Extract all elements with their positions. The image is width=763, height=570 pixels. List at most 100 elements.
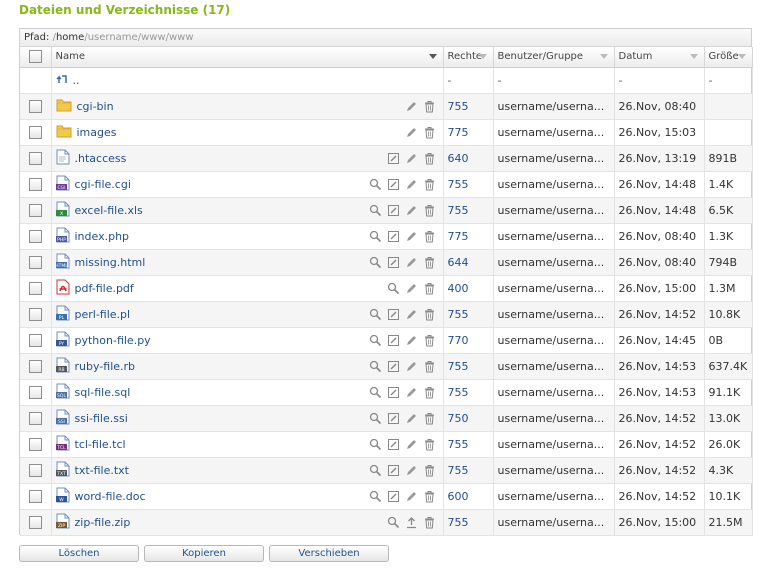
view-icon[interactable]: [369, 386, 383, 400]
view-icon[interactable]: [369, 178, 383, 192]
table-row[interactable]: Xexcel-file.xls 755 username/userna... 26.N…: [20, 197, 753, 224]
table-row[interactable]: SSI ssi-file.ssi 750 username/userna... 26.N…: [20, 405, 753, 432]
view-icon[interactable]: [369, 360, 383, 374]
table-row[interactable]: PL perl-file.pl 755 username/userna... 26.No…: [20, 301, 753, 328]
permissions-link[interactable]: 644: [443, 249, 494, 276]
name-cell[interactable]: Xexcel-file.xls: [51, 197, 444, 224]
row-checkbox[interactable]: [28, 463, 42, 477]
name-cell[interactable]: Wword-file.doc: [51, 483, 444, 510]
row-checkbox[interactable]: [28, 203, 42, 217]
name-cell[interactable]: PHP index.php: [51, 223, 444, 250]
permissions-link[interactable]: 755: [443, 171, 494, 198]
file-name-link[interactable]: index.php: [75, 230, 130, 243]
permissions-link[interactable]: 755: [443, 301, 494, 328]
view-icon[interactable]: [369, 438, 383, 452]
table-row[interactable]: Wword-file.doc 600 username/userna... 26.No…: [20, 483, 753, 510]
view-icon[interactable]: [369, 308, 383, 322]
file-name-link[interactable]: tcl-file.tcl: [75, 438, 126, 451]
rename-pencil-icon[interactable]: [405, 386, 419, 400]
permissions-link[interactable]: 750: [443, 405, 494, 432]
file-name-link[interactable]: word-file.doc: [75, 490, 146, 503]
file-name-link[interactable]: zip-file.zip: [75, 516, 131, 529]
row-checkbox[interactable]: [28, 307, 42, 321]
row-checkbox[interactable]: [28, 177, 42, 191]
column-size[interactable]: Größe: [704, 47, 753, 68]
row-checkbox[interactable]: [28, 437, 42, 451]
row-checkbox[interactable]: [28, 125, 42, 139]
rename-pencil-icon[interactable]: [405, 152, 419, 166]
permissions-link[interactable]: 755: [443, 431, 494, 458]
name-cell[interactable]: .htaccess: [51, 145, 444, 172]
permissions-link[interactable]: 755: [443, 197, 494, 224]
file-name-link[interactable]: .htaccess: [75, 152, 127, 165]
edit-icon[interactable]: [387, 256, 401, 270]
file-name-link[interactable]: ruby-file.rb: [75, 360, 136, 373]
row-checkbox[interactable]: [28, 359, 42, 373]
file-name-link[interactable]: excel-file.xls: [75, 204, 143, 217]
table-row[interactable]: TCL tcl-file.tcl 755 username/userna... 26.N…: [20, 431, 753, 458]
edit-icon[interactable]: [387, 334, 401, 348]
permissions-link[interactable]: 775: [443, 119, 494, 146]
rename-pencil-icon[interactable]: [405, 282, 419, 296]
rename-pencil-icon[interactable]: [405, 412, 419, 426]
table-row[interactable]: TXT txt-file.txt 755 username/userna... 26.N…: [20, 457, 753, 484]
trash-icon[interactable]: [423, 464, 437, 478]
column-owner[interactable]: Benutzer/Gruppe: [493, 47, 615, 68]
column-name[interactable]: Name: [51, 47, 444, 68]
trash-icon[interactable]: [423, 386, 437, 400]
permissions-link[interactable]: 400: [443, 275, 494, 302]
view-icon[interactable]: [387, 282, 401, 296]
parent-dir-row[interactable]: .. - - - -: [20, 67, 753, 94]
edit-icon[interactable]: [387, 360, 401, 374]
edit-icon[interactable]: [387, 204, 401, 218]
rename-pencil-icon[interactable]: [405, 230, 419, 244]
rename-pencil-icon[interactable]: [405, 308, 419, 322]
parent-dir-link[interactable]: ..: [73, 74, 80, 87]
table-row[interactable]: ZIP zip-file.zip 755 username/userna... 26.N…: [20, 509, 753, 536]
name-cell[interactable]: images: [51, 119, 444, 146]
edit-icon[interactable]: [387, 308, 401, 322]
view-icon[interactable]: [369, 256, 383, 270]
table-row[interactable]: SQL sql-file.sql 755 username/userna... 26.N…: [20, 379, 753, 406]
edit-icon[interactable]: [387, 412, 401, 426]
table-row[interactable]: RB ruby-file.rb 755 username/userna... 26.No…: [20, 353, 753, 380]
view-icon[interactable]: [369, 490, 383, 504]
rename-pencil-icon[interactable]: [405, 334, 419, 348]
view-icon[interactable]: [369, 230, 383, 244]
path-segment-home[interactable]: home: [56, 32, 84, 43]
rename-pencil-icon[interactable]: [405, 126, 419, 140]
move-button[interactable]: Verschieben: [269, 545, 389, 562]
view-icon[interactable]: [369, 334, 383, 348]
edit-icon[interactable]: [387, 152, 401, 166]
name-cell[interactable]: TCL tcl-file.tcl: [51, 431, 444, 458]
name-cell[interactable]: PL perl-file.pl: [51, 301, 444, 328]
permissions-link[interactable]: 600: [443, 483, 494, 510]
name-cell[interactable]: TXT txt-file.txt: [51, 457, 444, 484]
name-cell[interactable]: SSI ssi-file.ssi: [51, 405, 444, 432]
column-perms[interactable]: Rechte: [443, 47, 494, 68]
table-row[interactable]: CGI cgi-file.cgi 755 username/userna... 26.N…: [20, 171, 753, 198]
rename-pencil-icon[interactable]: [405, 256, 419, 270]
permissions-link[interactable]: 755: [443, 93, 494, 120]
file-name-link[interactable]: txt-file.txt: [75, 464, 130, 477]
view-icon[interactable]: [369, 412, 383, 426]
trash-icon[interactable]: [423, 152, 437, 166]
file-name-link[interactable]: perl-file.pl: [75, 308, 131, 321]
table-row[interactable]: pdf-file.pdf 400 username/userna... 26.Nov,…: [20, 275, 753, 302]
rename-pencil-icon[interactable]: [405, 100, 419, 114]
row-checkbox[interactable]: [28, 151, 42, 165]
file-name-link[interactable]: images: [77, 126, 117, 139]
name-cell[interactable]: PY python-file.py: [51, 327, 444, 354]
view-icon[interactable]: [369, 464, 383, 478]
path-segment-www[interactable]: www: [141, 32, 166, 43]
file-name-link[interactable]: missing.html: [75, 256, 146, 269]
trash-icon[interactable]: [423, 230, 437, 244]
row-checkbox[interactable]: [28, 281, 42, 295]
trash-icon[interactable]: [423, 516, 437, 530]
column-date[interactable]: Datum: [614, 47, 705, 68]
trash-icon[interactable]: [423, 100, 437, 114]
delete-button[interactable]: Löschen: [19, 545, 139, 562]
trash-icon[interactable]: [423, 204, 437, 218]
trash-icon[interactable]: [423, 308, 437, 322]
parent-dir-cell[interactable]: ..: [51, 67, 444, 94]
